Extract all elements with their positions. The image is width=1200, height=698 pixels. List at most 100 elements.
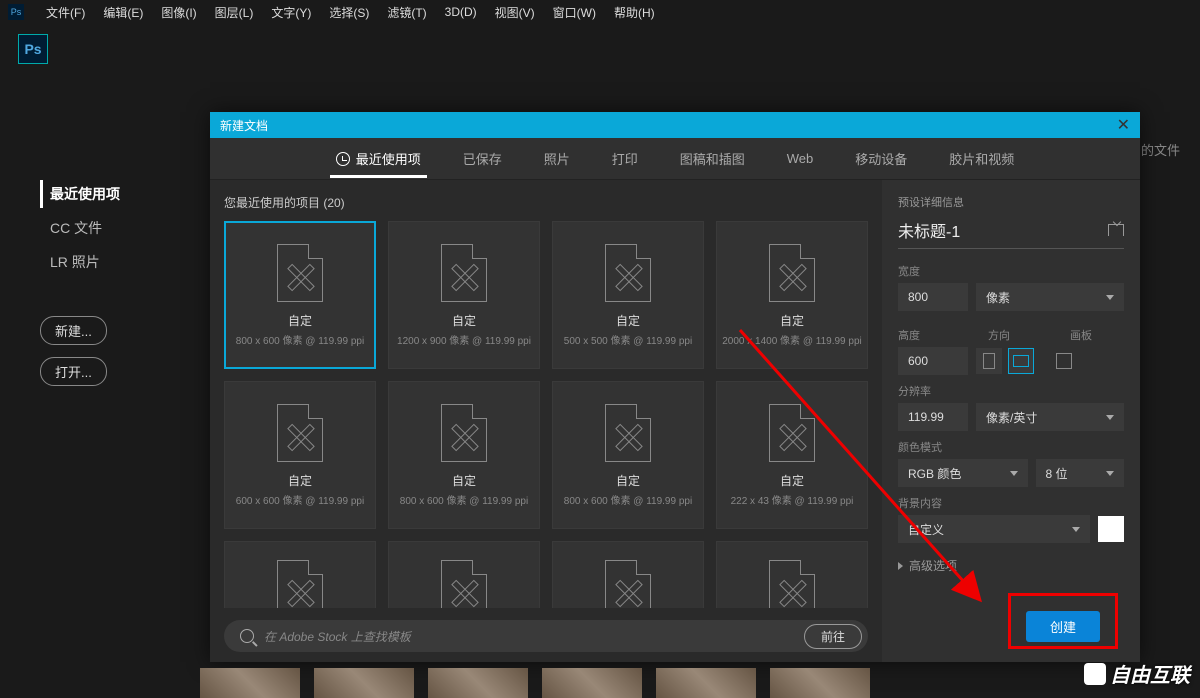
- tab-print[interactable]: 打印: [606, 139, 644, 178]
- stock-search[interactable]: 在 Adobe Stock 上查找模板 前往: [224, 620, 868, 652]
- triangle-right-icon: [898, 562, 903, 570]
- menu-help[interactable]: 帮助(H): [606, 2, 663, 23]
- recent-header: 您最近使用的项目 (20): [224, 194, 868, 211]
- menu-layer[interactable]: 图层(L): [207, 2, 262, 23]
- height-input[interactable]: 600: [898, 347, 968, 375]
- thumb: [656, 668, 756, 698]
- preset-item[interactable]: 自定1200 x 900 像素 @ 119.99 ppi: [388, 221, 540, 369]
- artboard-label: 画板: [1070, 327, 1092, 343]
- resolution-input[interactable]: 119.99: [898, 403, 968, 431]
- close-icon[interactable]: ✕: [1117, 115, 1130, 135]
- thumb: [314, 668, 414, 698]
- open-button[interactable]: 打开...: [40, 357, 107, 386]
- sidebar-item-recent[interactable]: 最近使用项: [40, 180, 180, 208]
- preset-item[interactable]: [552, 541, 704, 608]
- color-depth-select[interactable]: 8 位: [1036, 459, 1124, 487]
- advanced-options-toggle[interactable]: 高级选项: [898, 557, 1124, 574]
- background-thumbnails: [200, 668, 870, 698]
- resolution-unit-value: 像素/英寸: [986, 409, 1037, 426]
- height-label: 高度: [898, 327, 968, 343]
- width-input[interactable]: 800: [898, 283, 968, 311]
- preset-grid: 自定800 x 600 像素 @ 119.99 ppi自定1200 x 900 …: [224, 221, 868, 608]
- preset-item[interactable]: 自定222 x 43 像素 @ 119.99 ppi: [716, 381, 868, 529]
- preset-subtitle: 2000 x 1400 像素 @ 119.99 ppi: [722, 332, 862, 347]
- preset-item[interactable]: [388, 541, 540, 608]
- file-icon: [769, 560, 815, 608]
- tab-mobile[interactable]: 移动设备: [849, 139, 913, 178]
- thumb: [200, 668, 300, 698]
- preset-subtitle: 600 x 600 像素 @ 119.99 ppi: [236, 492, 364, 507]
- tab-film[interactable]: 胶片和视频: [943, 139, 1020, 178]
- menu-window[interactable]: 窗口(W): [545, 2, 604, 23]
- preset-name: 自定: [780, 472, 804, 489]
- tab-saved[interactable]: 已保存: [457, 139, 508, 178]
- color-mode-label: 颜色模式: [898, 439, 1124, 455]
- preset-item[interactable]: [224, 541, 376, 608]
- thumb: [542, 668, 642, 698]
- preset-subtitle: 800 x 600 像素 @ 119.99 ppi: [236, 332, 364, 347]
- menu-view[interactable]: 视图(V): [487, 2, 543, 23]
- document-name-input[interactable]: 未标题-1: [898, 218, 960, 242]
- width-unit-value: 像素: [986, 289, 1010, 306]
- tab-recent[interactable]: 最近使用项: [330, 139, 427, 178]
- background-color-swatch[interactable]: [1098, 516, 1124, 542]
- background-select[interactable]: 自定义: [898, 515, 1090, 543]
- preset-item[interactable]: [716, 541, 868, 608]
- watermark: 自由互联: [1084, 659, 1190, 688]
- preset-name: 自定: [288, 312, 312, 329]
- ps-badge-icon: Ps: [18, 34, 48, 64]
- sidebar-item-cc-files[interactable]: CC 文件: [40, 214, 180, 242]
- go-button[interactable]: 前往: [804, 624, 862, 649]
- dialog-tabs: 最近使用项 已保存 照片 打印 图稿和插图 Web 移动设备 胶片和视频: [210, 138, 1140, 180]
- file-icon: [277, 404, 323, 462]
- tab-photo[interactable]: 照片: [538, 139, 576, 178]
- preset-detail-panel: 预设详细信息 未标题-1 宽度 800 像素 高度 方向: [882, 180, 1140, 662]
- preset-item[interactable]: 自定500 x 500 像素 @ 119.99 ppi: [552, 221, 704, 369]
- advanced-label: 高级选项: [909, 559, 957, 573]
- preset-name: 自定: [452, 472, 476, 489]
- new-document-dialog: 新建文档 ✕ 最近使用项 已保存 照片 打印 图稿和插图 Web 移动设备 胶片…: [210, 112, 1140, 662]
- menu-3d[interactable]: 3D(D): [437, 3, 485, 21]
- watermark-text: 自由互联: [1110, 659, 1190, 688]
- background-hint-text: 的文件: [1141, 140, 1180, 159]
- preset-item[interactable]: 自定800 x 600 像素 @ 119.99 ppi: [552, 381, 704, 529]
- chevron-down-icon: [1106, 471, 1114, 476]
- menu-type[interactable]: 文字(Y): [263, 2, 319, 23]
- file-icon: [441, 244, 487, 302]
- sidebar-item-lr-photos[interactable]: LR 照片: [40, 248, 180, 276]
- tab-web[interactable]: Web: [781, 141, 820, 176]
- create-button[interactable]: 创建: [1026, 611, 1100, 642]
- save-preset-icon[interactable]: [1108, 224, 1124, 236]
- watermark-icon: [1084, 663, 1106, 685]
- color-mode-select[interactable]: RGB 颜色: [898, 459, 1028, 487]
- orientation-landscape[interactable]: [1008, 348, 1034, 374]
- width-unit-select[interactable]: 像素: [976, 283, 1124, 311]
- menu-file[interactable]: 文件(F): [38, 2, 93, 23]
- preset-item[interactable]: 自定 600 x 600 像素 @ 119.99 ppi: [224, 381, 376, 529]
- chevron-down-icon: [1072, 527, 1080, 532]
- menu-select[interactable]: 选择(S): [321, 2, 377, 23]
- orientation-portrait[interactable]: [976, 348, 1002, 374]
- preset-item[interactable]: 自定 800 x 600 像素 @ 119.99 ppi: [224, 221, 376, 369]
- tab-art[interactable]: 图稿和插图: [674, 139, 751, 178]
- preset-item[interactable]: 自定 2000 x 1400 像素 @ 119.99 ppi: [716, 221, 868, 369]
- preset-name: 自定: [288, 472, 312, 489]
- thumb: [428, 668, 528, 698]
- detail-section-title: 预设详细信息: [898, 194, 1124, 210]
- new-button[interactable]: 新建...: [40, 316, 107, 345]
- file-icon: [441, 404, 487, 462]
- menu-edit[interactable]: 编辑(E): [95, 2, 151, 23]
- artboard-checkbox[interactable]: [1056, 353, 1072, 369]
- tab-recent-label: 最近使用项: [356, 149, 421, 168]
- preset-subtitle: 800 x 600 像素 @ 119.99 ppi: [400, 492, 528, 507]
- background-label: 背景内容: [898, 495, 1124, 511]
- menu-image[interactable]: 图像(I): [153, 2, 204, 23]
- resolution-unit-select[interactable]: 像素/英寸: [976, 403, 1124, 431]
- menu-filter[interactable]: 滤镜(T): [379, 2, 434, 23]
- preset-item[interactable]: 自定 800 x 600 像素 @ 119.99 ppi: [388, 381, 540, 529]
- search-icon: [240, 629, 254, 643]
- preset-name: 自定: [780, 312, 804, 329]
- file-icon: [441, 560, 487, 608]
- preset-subtitle: 1200 x 900 像素 @ 119.99 ppi: [397, 332, 531, 347]
- file-icon: [605, 404, 651, 462]
